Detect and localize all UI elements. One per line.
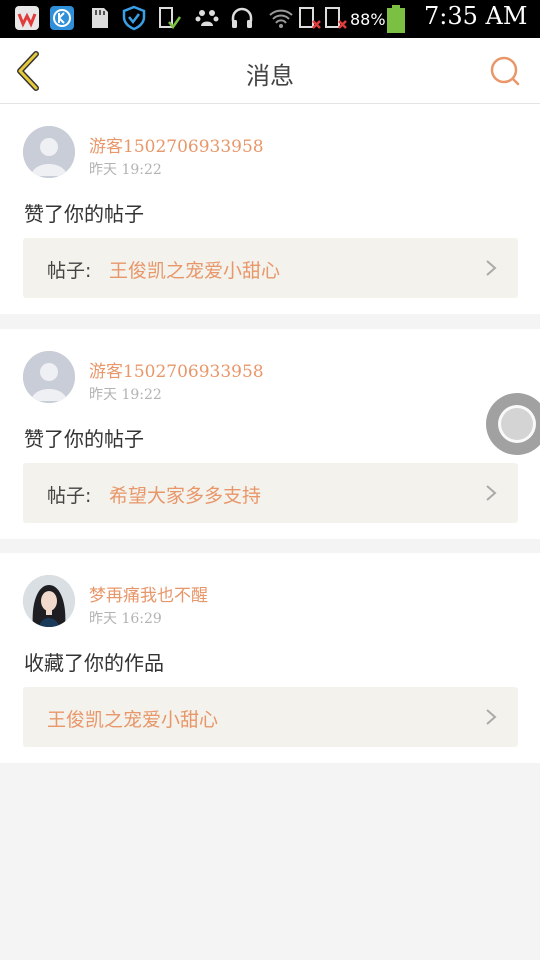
baidu-paw-icon: [195, 10, 219, 26]
download-check-icon: [159, 7, 182, 30]
action-text: 赞了你的帖子: [24, 202, 144, 226]
post-link[interactable]: 帖子: 希望大家多多支持: [23, 463, 518, 523]
photo-avatar-icon: [23, 575, 75, 627]
avatar[interactable]: [23, 126, 75, 178]
sd-card-icon: [92, 8, 108, 28]
default-avatar-icon: [23, 126, 75, 178]
username[interactable]: 游客1502706933958: [89, 357, 264, 382]
battery-icon: [387, 5, 405, 33]
assistive-touch-icon: [498, 405, 536, 443]
post-title: 希望大家多多支持: [109, 485, 262, 507]
username[interactable]: 梦再痛我也不醒: [89, 581, 208, 606]
post-title: 王俊凯之宠爱小甜心: [109, 260, 281, 282]
chevron-right-icon: [486, 260, 497, 276]
sim1-icon: [299, 7, 321, 29]
status-bar: 88% 7:35 AM: [0, 0, 540, 38]
sim2-icon: [325, 7, 347, 29]
post-prefix: 帖子:: [47, 260, 92, 282]
default-avatar-icon: [23, 351, 75, 403]
page-title: 消息: [246, 62, 294, 90]
message-item[interactable]: 游客1502706933958 昨天 19:22 赞了你的帖子 帖子: 王俊凯之…: [0, 104, 540, 314]
post-link[interactable]: 王俊凯之宠爱小甜心: [23, 687, 518, 747]
timestamp: 昨天 16:29: [89, 611, 162, 627]
chevron-right-icon: [486, 485, 497, 501]
timestamp: 昨天 19:22: [89, 387, 162, 403]
post-title: 王俊凯之宠爱小甜心: [47, 709, 219, 731]
clock: 7:35 AM: [424, 2, 528, 30]
post-prefix: 帖子:: [47, 485, 92, 507]
shield-icon: [122, 5, 146, 31]
headset-icon: [231, 7, 253, 28]
battery-percent: 88%: [350, 10, 386, 29]
avatar[interactable]: [23, 351, 75, 403]
username[interactable]: 游客1502706933958: [89, 132, 264, 157]
avatar[interactable]: [23, 575, 75, 627]
assistive-touch-button[interactable]: [486, 393, 540, 455]
message-item[interactable]: 梦再痛我也不醒 昨天 16:29 收藏了你的作品 王俊凯之宠爱小甜心: [0, 553, 540, 763]
timestamp: 昨天 19:22: [89, 162, 162, 178]
weibo-icon: [15, 6, 39, 30]
action-text: 收藏了你的作品: [24, 651, 164, 675]
k-app-icon: [50, 6, 74, 30]
chevron-right-icon: [486, 709, 497, 725]
app-header: 消息: [0, 38, 540, 104]
wifi-icon: [269, 9, 293, 28]
search-icon[interactable]: [488, 54, 522, 88]
message-item[interactable]: 游客1502706933958 昨天 19:22 赞了你的帖子 帖子: 希望大家…: [0, 329, 540, 539]
action-text: 赞了你的帖子: [24, 427, 144, 451]
post-link[interactable]: 帖子: 王俊凯之宠爱小甜心: [23, 238, 518, 298]
